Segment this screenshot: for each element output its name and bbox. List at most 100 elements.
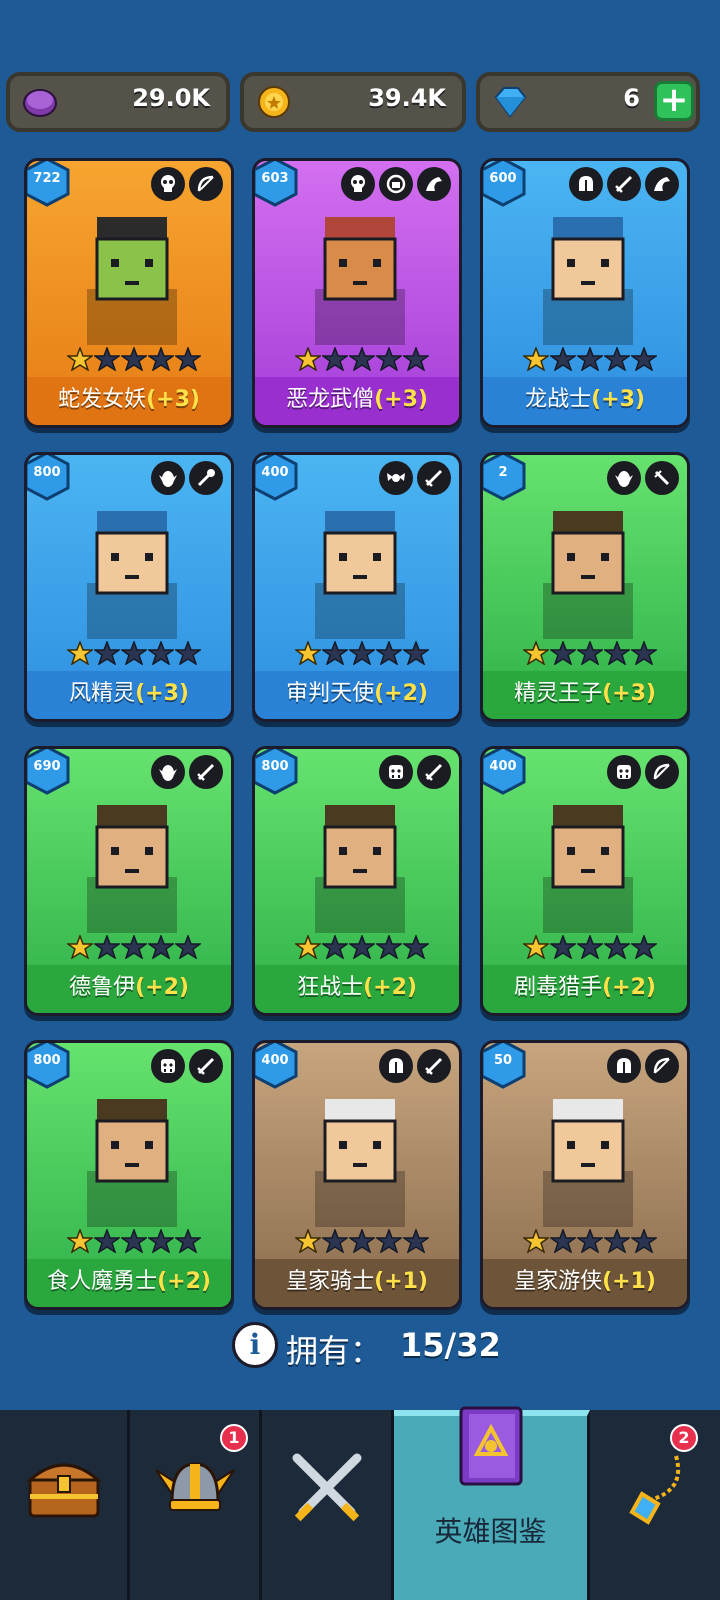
gold-coin-icon	[258, 86, 290, 118]
hero-name-bar: 恶龙武僧(+3)	[255, 377, 459, 425]
hero-name-bar: 精灵王子(+3)	[483, 671, 687, 719]
hero-name: 剧毒猎手	[514, 975, 603, 1000]
hero-tags	[379, 461, 451, 495]
hero-card[interactable]: 50 皇家游侠(+1)	[480, 1040, 690, 1310]
star-empty-icon	[550, 1229, 576, 1253]
star-empty-icon	[94, 641, 120, 665]
purple-token-icon	[23, 89, 57, 117]
star-empty-icon	[121, 935, 147, 959]
hero-tags	[569, 167, 679, 201]
star-empty-icon	[175, 1229, 201, 1253]
star-empty-icon	[577, 641, 603, 665]
hero-card[interactable]: 400 剧毒猎手(+2)	[480, 746, 690, 1016]
hero-bonus: (+2)	[374, 681, 428, 706]
star-filled-icon	[523, 641, 549, 665]
hero-bonus: (+3)	[374, 387, 428, 412]
star-empty-icon	[403, 935, 429, 959]
hero-name: 精灵王子	[514, 681, 603, 706]
hero-name: 审判天使	[286, 681, 375, 706]
star-empty-icon	[631, 935, 657, 959]
bow-icon	[189, 167, 223, 201]
hero-portrait	[47, 493, 217, 643]
dragon-icon	[417, 167, 451, 201]
nav-tab-amulet[interactable]: 2	[590, 1410, 720, 1600]
add-diamond-button[interactable]: +	[654, 81, 694, 121]
star-empty-icon	[148, 1229, 174, 1253]
hero-name: 蛇发女妖	[58, 387, 147, 412]
hero-card[interactable]: 800 食人魔勇士(+2)	[24, 1040, 234, 1310]
hero-level: 400	[261, 1053, 289, 1068]
currency-bar: 29.0K 39.4K 6 +	[0, 72, 720, 134]
sword-icon	[189, 755, 223, 789]
spell-book-icon	[459, 1406, 522, 1486]
hero-card[interactable]: 400 审判天使(+2)	[252, 452, 462, 722]
star-rating	[523, 347, 663, 371]
amulet-icon	[629, 1455, 681, 1525]
hero-card[interactable]: 722 蛇发女妖(+3)	[24, 158, 234, 428]
level-badge: 2	[483, 455, 527, 501]
crossed-swords-icon	[292, 1453, 361, 1522]
level-badge: 722	[27, 161, 71, 207]
hero-name: 德鲁伊	[69, 975, 136, 1000]
hero-level: 2	[498, 465, 508, 480]
star-empty-icon	[349, 1229, 375, 1253]
orc-icon	[607, 755, 641, 789]
diamond-counter: 6 +	[476, 72, 700, 132]
hero-card[interactable]: 400 皇家骑士(+1)	[252, 1040, 462, 1310]
star-filled-icon	[523, 935, 549, 959]
star-empty-icon	[550, 935, 576, 959]
star-empty-icon	[121, 347, 147, 371]
hero-bonus: (+1)	[602, 1269, 656, 1294]
winged-helmet-icon	[154, 1462, 235, 1511]
star-filled-icon	[67, 347, 93, 371]
star-empty-icon	[175, 935, 201, 959]
star-empty-icon	[604, 347, 630, 371]
hero-name: 食人魔勇士	[47, 1269, 158, 1294]
hero-card[interactable]: 2 精灵王子(+3)	[480, 452, 690, 722]
nav-tab-hero[interactable]: 1	[130, 1410, 262, 1600]
nav-tab-battle[interactable]	[262, 1410, 394, 1600]
elf-icon	[151, 755, 185, 789]
hero-bonus: (+3)	[602, 681, 656, 706]
star-rating	[295, 1229, 435, 1253]
star-filled-icon	[523, 1229, 549, 1253]
hero-card[interactable]: 800 风精灵(+3)	[24, 452, 234, 722]
level-badge: 50	[483, 1043, 527, 1089]
hero-bonus: (+2)	[602, 975, 656, 1000]
hero-card[interactable]: 600 龙战士(+3)	[480, 158, 690, 428]
hero-card[interactable]: 603 恶龙武僧(+3)	[252, 158, 462, 428]
nav-label-codex: 英雄图鉴	[434, 1515, 547, 1548]
hero-level: 800	[33, 1053, 61, 1068]
hero-name: 皇家游侠	[514, 1269, 603, 1294]
hero-portrait	[275, 787, 445, 937]
hero-card[interactable]: 800 狂战士(+2)	[252, 746, 462, 1016]
hero-name: 恶龙武僧	[286, 387, 375, 412]
hero-name-bar: 龙战士(+3)	[483, 377, 687, 425]
star-rating	[523, 641, 663, 665]
dragon-icon	[645, 167, 679, 201]
star-empty-icon	[376, 347, 402, 371]
hero-level: 400	[489, 759, 517, 774]
level-badge: 600	[483, 161, 527, 207]
hero-name: 龙战士	[525, 387, 592, 412]
star-empty-icon	[376, 1229, 402, 1253]
hero-level: 603	[261, 171, 289, 186]
star-rating	[67, 347, 207, 371]
hero-name-bar: 皇家骑士(+1)	[255, 1259, 459, 1307]
hero-portrait	[275, 1081, 445, 1231]
purple-token-value: 29.0K	[132, 84, 210, 112]
star-empty-icon	[94, 347, 120, 371]
hero-name-bar: 食人魔勇士(+2)	[27, 1259, 231, 1307]
star-empty-icon	[403, 641, 429, 665]
nav-tab-codex[interactable]: 英雄图鉴	[394, 1406, 590, 1600]
star-rating	[523, 935, 663, 959]
hero-card[interactable]: 690 德鲁伊(+2)	[24, 746, 234, 1016]
sword-icon	[417, 1049, 451, 1083]
hero-tags	[151, 755, 223, 789]
gold-coin-value: 39.4K	[368, 84, 446, 112]
nav-tab-chest[interactable]	[0, 1410, 130, 1600]
fist-icon	[379, 167, 413, 201]
hero-name: 风精灵	[69, 681, 136, 706]
info-icon[interactable]: i	[232, 1322, 278, 1368]
star-empty-icon	[148, 641, 174, 665]
